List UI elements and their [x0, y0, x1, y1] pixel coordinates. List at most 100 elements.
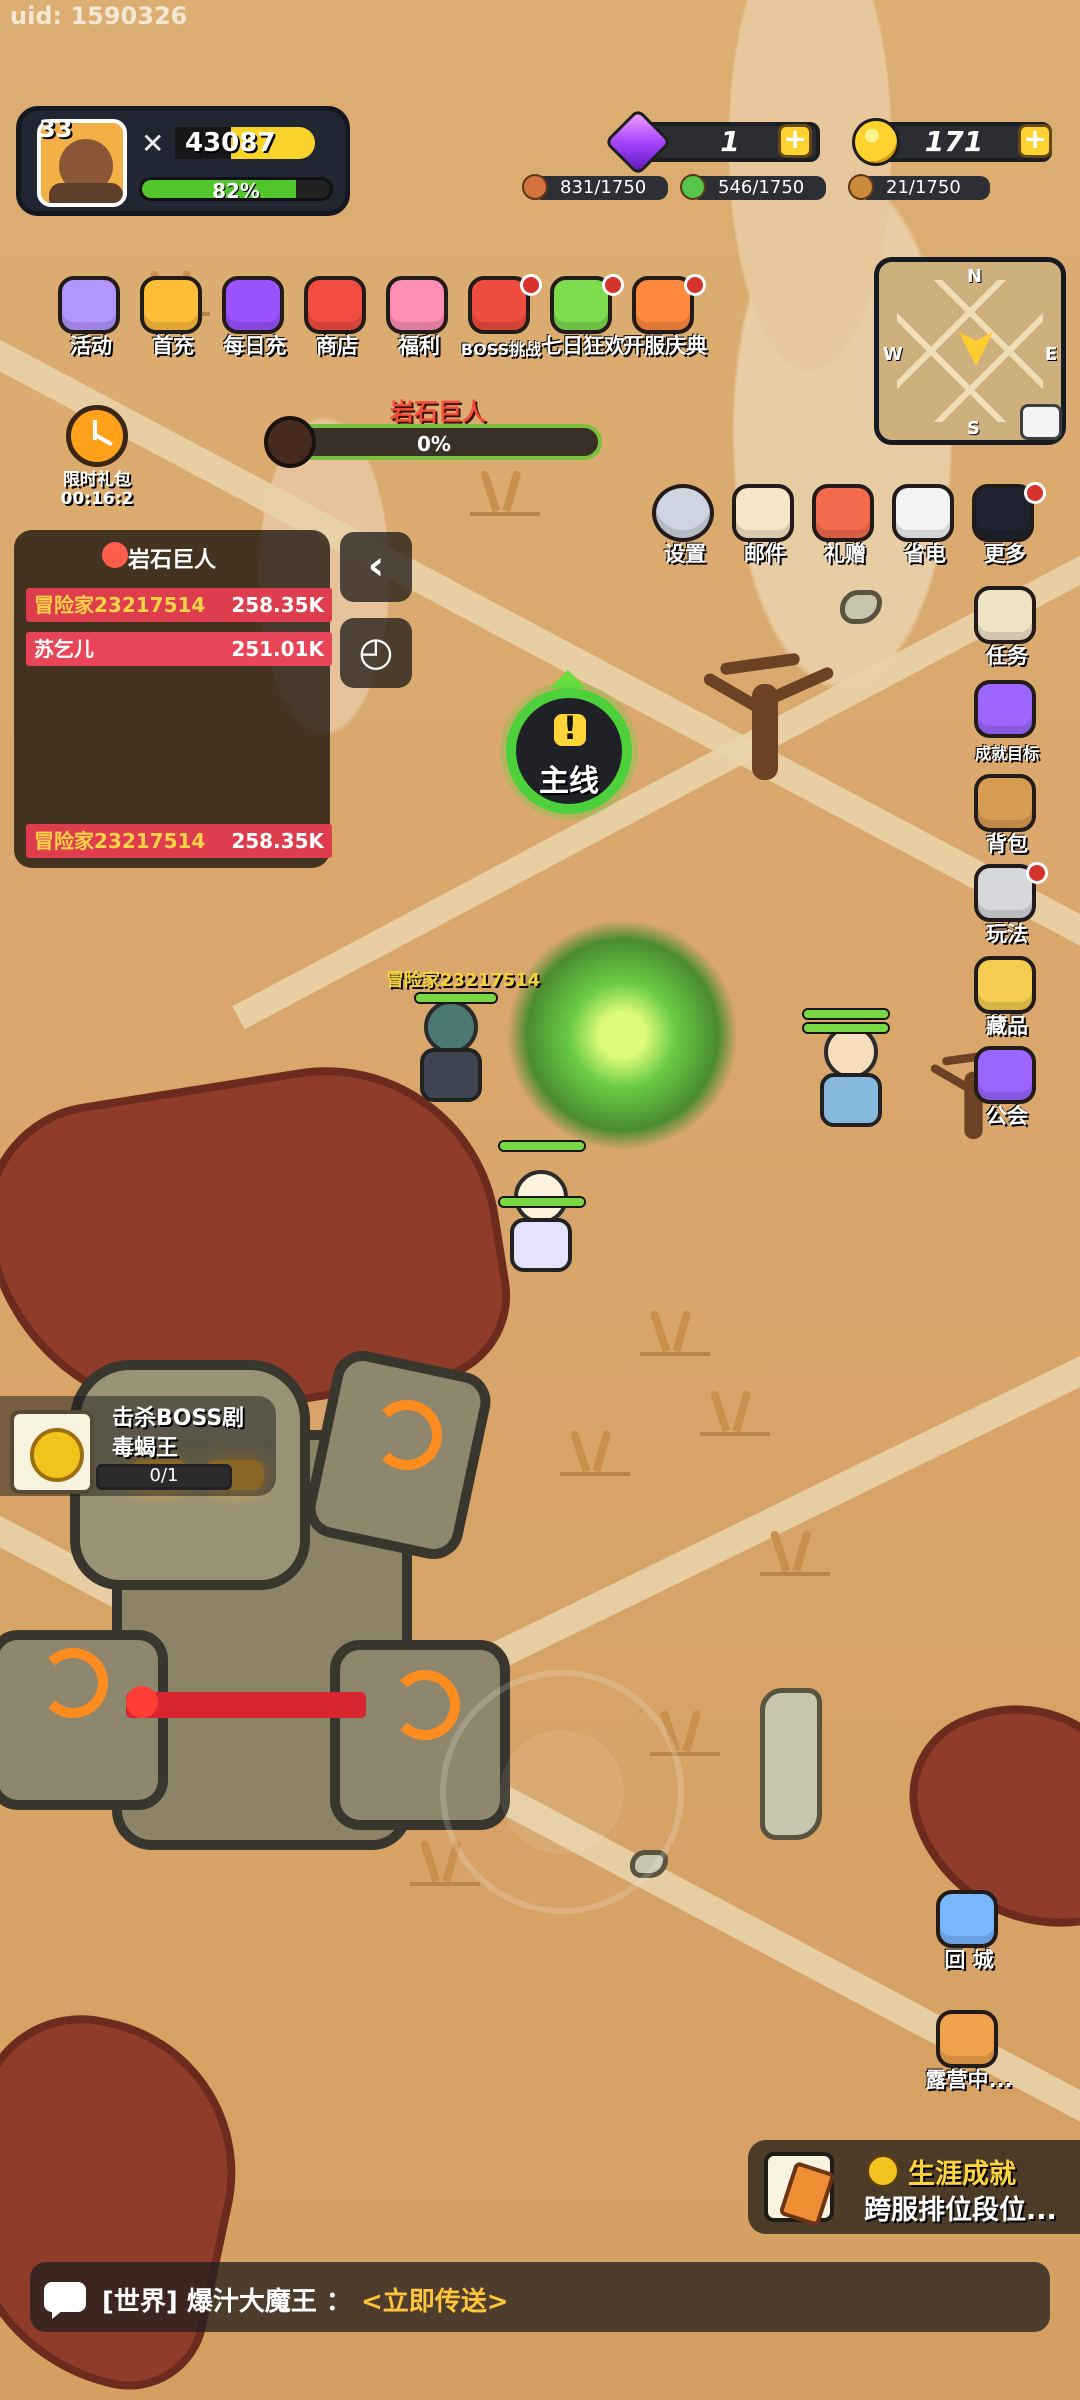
limited-gift-button[interactable]: 限时礼包 00:16:2: [52, 405, 142, 511]
notification-badge: [520, 274, 542, 296]
history-icon: ◴: [358, 629, 394, 675]
benefits-button[interactable]: 福利: [378, 276, 460, 362]
kill-boss-task[interactable]: 击杀BOSS剧 毒蝎王 0/1: [0, 1396, 276, 1496]
ore-value: 21/1750: [886, 177, 961, 198]
activity-button[interactable]: 活动: [50, 276, 132, 362]
minimap-east: E: [1045, 344, 1058, 365]
present-icon: [812, 484, 874, 542]
minimap-south: S: [967, 418, 980, 439]
exclamation-icon: !: [554, 712, 586, 746]
ally-hero: [490, 1170, 590, 1280]
dead-tree: [680, 640, 840, 780]
guild-label: 公会: [986, 1104, 1028, 1128]
boss-health-icon: [126, 1686, 158, 1718]
meat-icon: [522, 174, 548, 200]
ranking-row: 冒险家23217514 258.35K: [26, 824, 332, 858]
task-progress: 0/1: [96, 1464, 232, 1490]
coin-reward-icon: [10, 1410, 94, 1494]
collection-label: 藏品: [986, 1014, 1028, 1038]
player-profile[interactable]: 33 ✕ 43087 82%: [16, 106, 350, 216]
server-celebration-button[interactable]: 开服庆典: [623, 274, 707, 362]
achievement-label: 成就目标: [974, 744, 1039, 763]
experience-bar: 82%: [139, 177, 333, 201]
ranking-score: 251.01K: [231, 637, 324, 661]
leaf-icon: [680, 174, 706, 200]
trophy-icon: [974, 956, 1036, 1014]
guild-button[interactable]: 公会: [966, 1046, 1048, 1132]
main-quest-button[interactable]: ! 主线: [506, 670, 632, 820]
notification-badge: [1024, 482, 1046, 504]
more-button[interactable]: 更多: [964, 482, 1046, 570]
minimap-west: W: [883, 344, 903, 365]
add-gems-button[interactable]: +: [778, 124, 812, 158]
career-subtitle: 跨服排位段位...: [864, 2195, 1057, 2226]
leaf-resource: 546/1750: [690, 176, 826, 200]
mail-icon: [732, 484, 794, 542]
ranking-name: 冒险家23217514: [34, 593, 206, 617]
task-title: 击杀BOSS剧: [112, 1406, 245, 1431]
seven-day-button[interactable]: 七日狂欢: [541, 274, 625, 362]
player-hero: [400, 1000, 500, 1110]
boss-progress-text: 0%: [417, 432, 451, 456]
bag-button[interactable]: 背包: [966, 774, 1048, 860]
teleport-link[interactable]: <立即传送>: [361, 2287, 509, 2317]
limited-gift-timer: 00:16:2: [60, 489, 134, 509]
ranking-name: 苏乞儿: [34, 637, 94, 661]
minimap-north: N: [967, 266, 983, 287]
chat-message: [世界] 爆汁大魔王 ： <立即传送>: [102, 2281, 509, 2318]
shop-button[interactable]: 商店: [296, 276, 378, 362]
history-button[interactable]: ◴: [340, 618, 412, 688]
world-chat-bar[interactable]: [世界] 爆汁大魔王 ： <立即传送>: [30, 2262, 1050, 2332]
return-city-button[interactable]: 回 城: [928, 1890, 1010, 1976]
notification-badge: [1026, 862, 1048, 884]
portal-icon: [936, 1890, 998, 1948]
ranking-title: 岩石巨人: [127, 548, 216, 573]
collapse-ranking-button[interactable]: ‹: [340, 532, 412, 602]
limited-gift-label: 限时礼包: [63, 470, 131, 490]
gear-icon: [652, 484, 714, 542]
chevron-left-icon: ‹: [367, 543, 385, 589]
chat-speaker: 爆汁大魔王: [186, 2287, 317, 2317]
combat-power: 43087: [175, 127, 315, 159]
boss-title: 岩石巨人: [390, 398, 486, 426]
tasks-label: 任务: [986, 644, 1028, 668]
tasks-button[interactable]: 任务: [966, 586, 1048, 672]
ore-resource: 21/1750: [858, 176, 990, 200]
camping-button[interactable]: 露营中...: [926, 2010, 1012, 2096]
rank-icon: [764, 2152, 834, 2222]
daily-recharge-button[interactable]: 每日充: [214, 276, 296, 362]
boss-progress-bar: 0%: [264, 416, 602, 468]
ally-hero: [800, 1025, 900, 1135]
movement-joystick[interactable]: [440, 1670, 684, 1914]
gameplay-label: 玩法: [986, 922, 1028, 946]
camera-icon[interactable]: [1020, 404, 1062, 440]
poison-effect: [505, 920, 740, 1150]
task-target: 毒蝎王: [112, 1436, 179, 1461]
battery-icon: [892, 484, 954, 542]
achievement-badge-icon: [866, 2154, 900, 2188]
career-title: 生涯成就: [908, 2159, 1016, 2190]
chat-channel: [世界]: [102, 2287, 178, 2317]
ore-icon: [848, 174, 874, 200]
boss-challenge-button[interactable]: BOSS挑战: [460, 274, 542, 362]
bag-label: 背包: [986, 832, 1028, 856]
collection-button[interactable]: 藏品: [966, 956, 1048, 1042]
career-achievement-banner[interactable]: 生涯成就 跨服排位段位...: [748, 2140, 1080, 2234]
gem-amount: 1: [720, 125, 740, 158]
first-recharge-button[interactable]: 首充: [132, 276, 214, 362]
shop-icon: [304, 276, 366, 334]
boss-health-bar: [126, 1692, 366, 1718]
sword-icon: ✕: [141, 127, 165, 160]
gameplay-button[interactable]: 玩法: [966, 862, 1048, 950]
player-marker-icon: [959, 332, 993, 366]
gift-icon: [386, 276, 448, 334]
achievement-button[interactable]: 成就目标: [966, 680, 1048, 766]
main-quest-label: 主线: [539, 764, 599, 799]
server-celebration-label: 开服庆典: [623, 334, 707, 358]
crown-icon: [140, 276, 202, 334]
gem-pile-icon: [222, 276, 284, 334]
chat-icon: [44, 2282, 86, 2319]
tent-icon: [936, 2010, 998, 2068]
medal-icon: [974, 680, 1036, 738]
add-coins-button[interactable]: +: [1018, 124, 1052, 158]
